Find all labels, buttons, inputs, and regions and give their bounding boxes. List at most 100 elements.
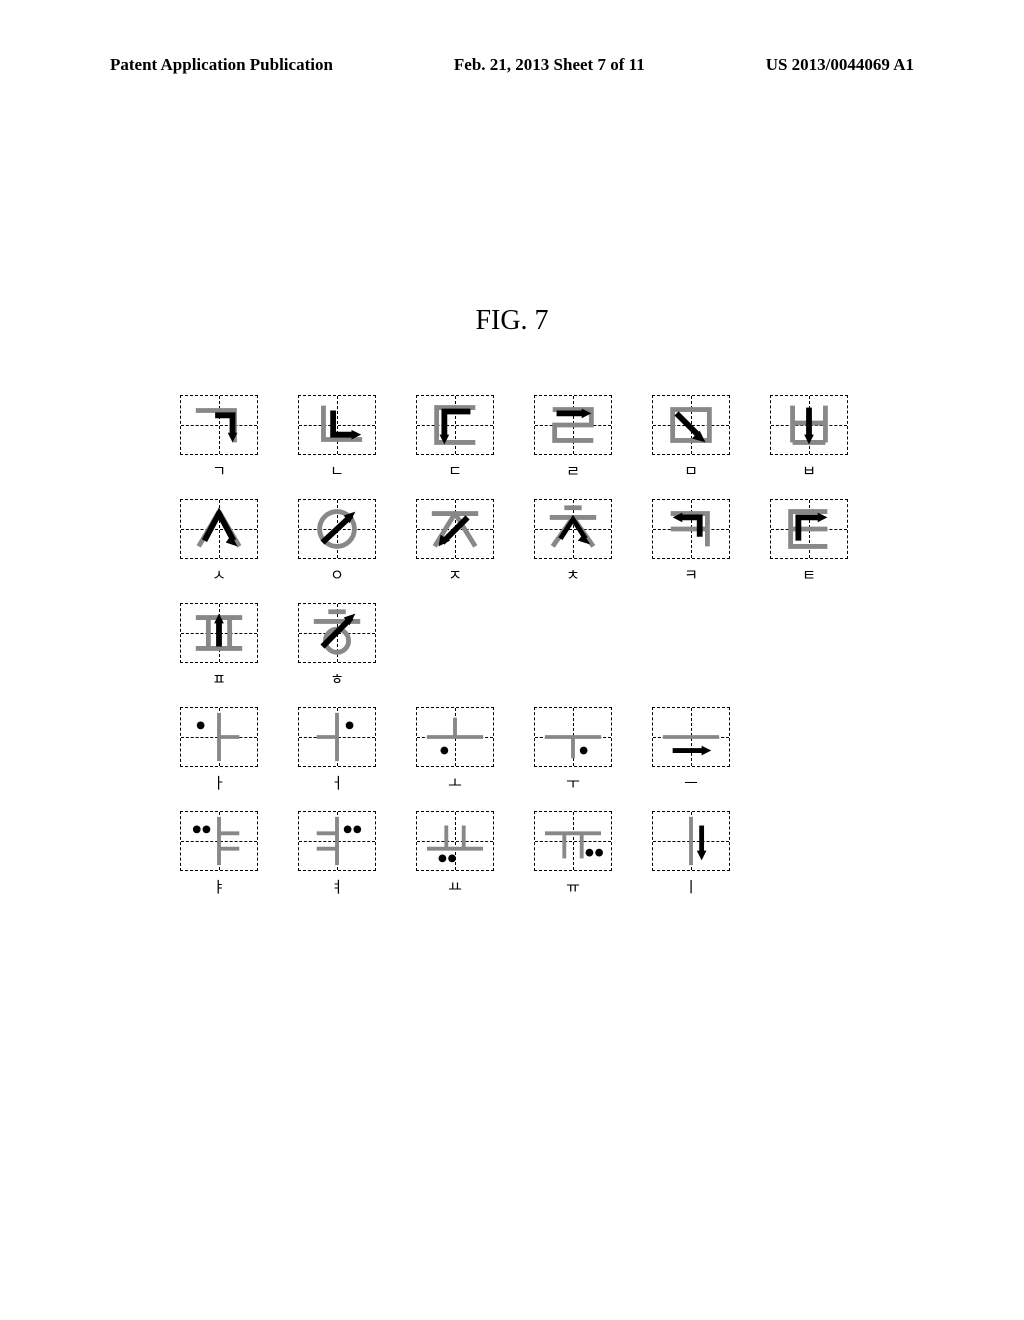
character-label: ㅎ <box>330 668 344 689</box>
gesture-icon <box>299 812 375 870</box>
gesture-box <box>298 811 376 871</box>
gesture-row: ㅑㅕㅛㅠㅣ <box>180 811 860 897</box>
gesture-box <box>298 499 376 559</box>
gesture-icon <box>535 812 611 870</box>
character-label: ㅂ <box>802 460 816 481</box>
gesture-cell: ㅑ <box>180 811 258 897</box>
character-label: ㅣ <box>684 876 698 897</box>
gesture-icon <box>535 500 611 558</box>
gesture-cell: ㅠ <box>534 811 612 897</box>
gesture-box <box>416 395 494 455</box>
gesture-icon <box>181 604 257 662</box>
character-label: ㅌ <box>802 564 816 585</box>
gesture-cell: ㅅ <box>180 499 258 585</box>
character-label: ㅑ <box>212 876 226 897</box>
gesture-cell: ㅍ <box>180 603 258 689</box>
gesture-row: ㅅㅇㅈㅊㅋㅌ <box>180 499 860 585</box>
gesture-icon <box>535 396 611 454</box>
character-label: ㄴ <box>330 460 344 481</box>
gesture-box <box>180 707 258 767</box>
gesture-cell: ㅁ <box>652 395 730 481</box>
gesture-row: ㄱㄴㄷㄹㅁㅂ <box>180 395 860 481</box>
gesture-box <box>534 811 612 871</box>
gesture-icon <box>299 708 375 766</box>
gesture-box <box>416 499 494 559</box>
gesture-cell: ㅏ <box>180 707 258 793</box>
gesture-icon <box>181 500 257 558</box>
gesture-box <box>534 707 612 767</box>
gesture-icon <box>417 812 493 870</box>
gesture-icon <box>653 812 729 870</box>
gesture-cell: ㅂ <box>770 395 848 481</box>
header-left: Patent Application Publication <box>110 55 333 75</box>
gesture-icon <box>417 500 493 558</box>
gesture-box <box>180 499 258 559</box>
gesture-grid: ㄱㄴㄷㄹㅁㅂㅅㅇㅈㅊㅋㅌㅍㅎㅏㅓㅗㅜㅡㅑㅕㅛㅠㅣ <box>180 395 860 915</box>
gesture-cell: ㅇ <box>298 499 376 585</box>
character-label: ㅜ <box>566 772 580 793</box>
gesture-row: ㅍㅎ <box>180 603 860 689</box>
character-label: ㅡ <box>684 772 698 793</box>
gesture-icon <box>299 500 375 558</box>
gesture-box <box>298 603 376 663</box>
character-label: ㅇ <box>330 564 344 585</box>
gesture-cell: ㅕ <box>298 811 376 897</box>
gesture-box <box>534 499 612 559</box>
gesture-cell: ㅌ <box>770 499 848 585</box>
gesture-cell: ㄹ <box>534 395 612 481</box>
gesture-box <box>652 707 730 767</box>
gesture-icon <box>771 396 847 454</box>
gesture-cell: ㄷ <box>416 395 494 481</box>
gesture-box <box>180 603 258 663</box>
gesture-icon <box>653 396 729 454</box>
gesture-icon <box>653 500 729 558</box>
gesture-cell: ㅊ <box>534 499 612 585</box>
character-label: ㄱ <box>212 460 226 481</box>
character-label: ㄹ <box>566 460 580 481</box>
gesture-cell: ㄱ <box>180 395 258 481</box>
figure-label: FIG. 7 <box>475 305 548 337</box>
gesture-cell: ㅡ <box>652 707 730 793</box>
gesture-box <box>298 395 376 455</box>
character-label: ㅓ <box>330 772 344 793</box>
gesture-icon <box>181 708 257 766</box>
gesture-box <box>770 395 848 455</box>
character-label: ㅈ <box>448 564 462 585</box>
gesture-cell: ㅋ <box>652 499 730 585</box>
gesture-cell: ㄴ <box>298 395 376 481</box>
character-label: ㅍ <box>212 668 226 689</box>
header-center: Feb. 21, 2013 Sheet 7 of 11 <box>454 55 645 75</box>
character-label: ㅋ <box>684 564 698 585</box>
character-label: ㅁ <box>684 460 698 481</box>
character-label: ㅗ <box>448 772 462 793</box>
gesture-row: ㅏㅓㅗㅜㅡ <box>180 707 860 793</box>
gesture-icon <box>417 708 493 766</box>
gesture-cell: ㅛ <box>416 811 494 897</box>
gesture-icon <box>771 500 847 558</box>
gesture-icon <box>181 812 257 870</box>
gesture-box <box>652 395 730 455</box>
gesture-box <box>652 499 730 559</box>
gesture-box <box>534 395 612 455</box>
character-label: ㅕ <box>330 876 344 897</box>
gesture-box <box>298 707 376 767</box>
gesture-cell: ㅜ <box>534 707 612 793</box>
gesture-box <box>180 395 258 455</box>
character-label: ㅠ <box>566 876 580 897</box>
character-label: ㅅ <box>212 564 226 585</box>
character-label: ㅏ <box>212 772 226 793</box>
gesture-icon <box>181 396 257 454</box>
gesture-icon <box>299 396 375 454</box>
gesture-cell: ㅓ <box>298 707 376 793</box>
gesture-cell: ㅎ <box>298 603 376 689</box>
gesture-cell: ㅈ <box>416 499 494 585</box>
gesture-box <box>180 811 258 871</box>
gesture-box <box>416 707 494 767</box>
gesture-icon <box>653 708 729 766</box>
gesture-icon <box>299 604 375 662</box>
gesture-cell: ㅣ <box>652 811 730 897</box>
character-label: ㅊ <box>566 564 580 585</box>
character-label: ㄷ <box>448 460 462 481</box>
gesture-box <box>770 499 848 559</box>
character-label: ㅛ <box>448 876 462 897</box>
